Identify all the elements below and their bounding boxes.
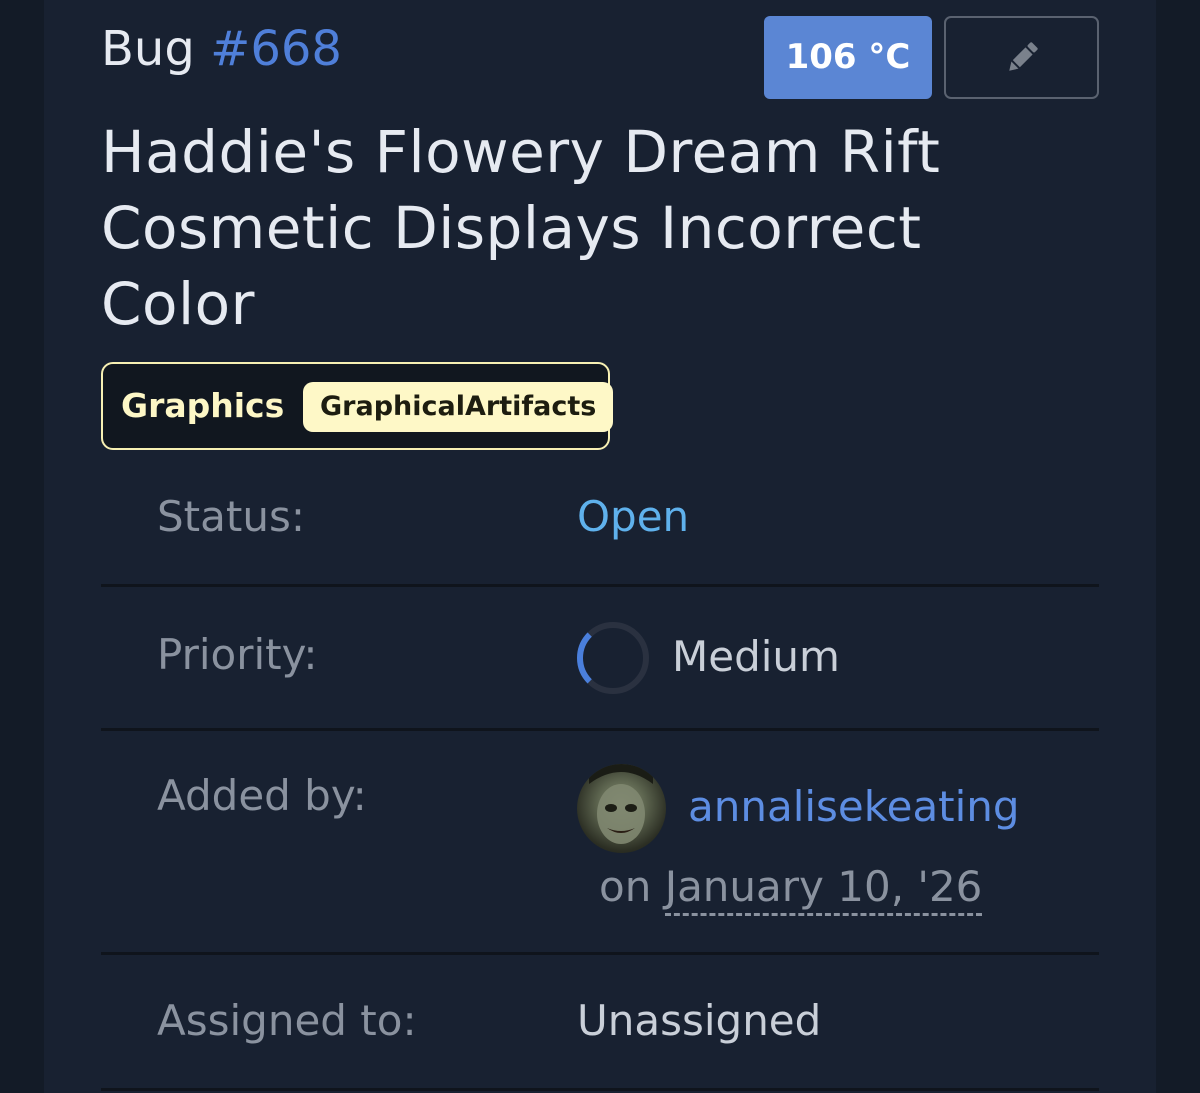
bug-number: #668 [210, 21, 342, 77]
divider [101, 728, 1099, 731]
divider [101, 1088, 1099, 1091]
edit-button[interactable] [944, 16, 1099, 99]
priority-label: Priority: [157, 630, 318, 679]
date-prefix: on [599, 862, 652, 911]
added-date: on January 10, '26 [599, 862, 983, 916]
reporter-link[interactable]: annalisekeating [688, 782, 1020, 831]
avatar[interactable] [577, 764, 666, 853]
assignee-value: Unassigned [577, 996, 822, 1045]
temperature-badge: 106 °C [764, 16, 932, 99]
date-value: January 10, '26 [664, 862, 983, 916]
bug-id-heading: Bug #668 [101, 18, 342, 80]
divider [101, 584, 1099, 587]
divider [101, 952, 1099, 955]
status-value: Open [577, 492, 690, 541]
subcategory-badge: GraphicalArtifacts [303, 382, 614, 432]
priority-level-arc [577, 622, 649, 694]
bug-title: Haddie's Flowery Dream Rift Cosmetic Dis… [101, 118, 941, 338]
assigned-to-label: Assigned to: [157, 996, 417, 1045]
category-tag[interactable]: Graphics GraphicalArtifacts [101, 362, 614, 450]
priority-ring-icon [577, 622, 649, 694]
priority-value: Medium [672, 632, 840, 681]
added-by-label: Added by: [157, 771, 367, 820]
category-label: Graphics [121, 386, 285, 425]
avatar-image [589, 764, 653, 844]
status-label: Status: [157, 492, 305, 541]
pencil-icon [1008, 41, 1038, 71]
bug-prefix: Bug [101, 21, 195, 77]
